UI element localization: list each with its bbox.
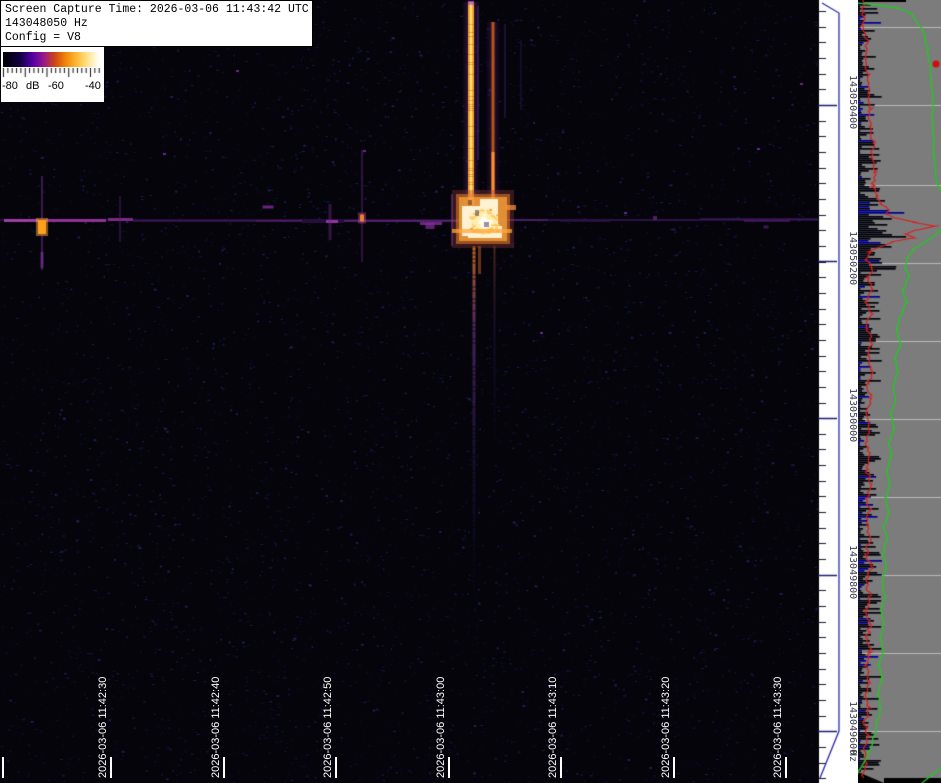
time-axis-label: 2026-03-06 11:43:00 — [435, 666, 448, 778]
info-line-config: Config = V8 — [5, 31, 312, 45]
frequency-axis-label: 143049800 — [846, 545, 858, 605]
waterfall-display[interactable] — [0, 0, 818, 783]
time-axis-label: 2026-03-06 11:43:20 — [660, 666, 673, 778]
frequency-axis-label: 143050400 — [846, 75, 858, 135]
time-axis-label: 2026-03-06 11:42:50 — [322, 666, 335, 778]
time-axis-tick — [110, 757, 112, 778]
time-axis-tick — [448, 757, 450, 778]
color-gradient-bar — [3, 52, 100, 67]
frequency-axis-label: 143050000 — [846, 388, 858, 448]
frequency-axis-label: 143050200 — [846, 231, 858, 291]
capture-info-box: Screen Capture Time: 2026-03-06 11:43:42… — [0, 0, 313, 47]
time-axis-tick — [785, 757, 787, 778]
time-axis-label: 2026-03-06 11:43:10 — [547, 666, 560, 778]
spectrumlab-window: 2026-03-06 11:42:30 2026-03-06 11:42:40 20… — [0, 0, 941, 783]
legend-mid-label: -60 — [48, 80, 64, 92]
time-axis-label: 2026-03-06 11:43:30 — [772, 666, 785, 778]
time-axis-label: 2026-03-06 11:42:30 — [97, 666, 110, 778]
time-axis-tick — [223, 757, 225, 778]
legend-min-label: -80 — [2, 80, 18, 92]
time-axis-label: 2026-03-06 11:42:40 — [210, 666, 223, 778]
info-line-capture-time: Screen Capture Time: 2026-03-06 11:43:42… — [5, 3, 312, 17]
frequency-unit-label: Hz — [846, 750, 858, 770]
time-axis-tick — [2, 757, 4, 778]
spectrum-graph-panel[interactable] — [858, 0, 941, 783]
legend-max-label: -40 — [85, 80, 101, 92]
time-axis-tick — [560, 757, 562, 778]
time-axis-tick — [673, 757, 675, 778]
color-scale-legend: -80 dB -60 -40 — [1, 47, 104, 102]
time-axis-tick — [335, 757, 337, 778]
info-line-frequency: 143048050 Hz — [5, 17, 312, 31]
legend-unit-label: dB — [26, 80, 39, 92]
